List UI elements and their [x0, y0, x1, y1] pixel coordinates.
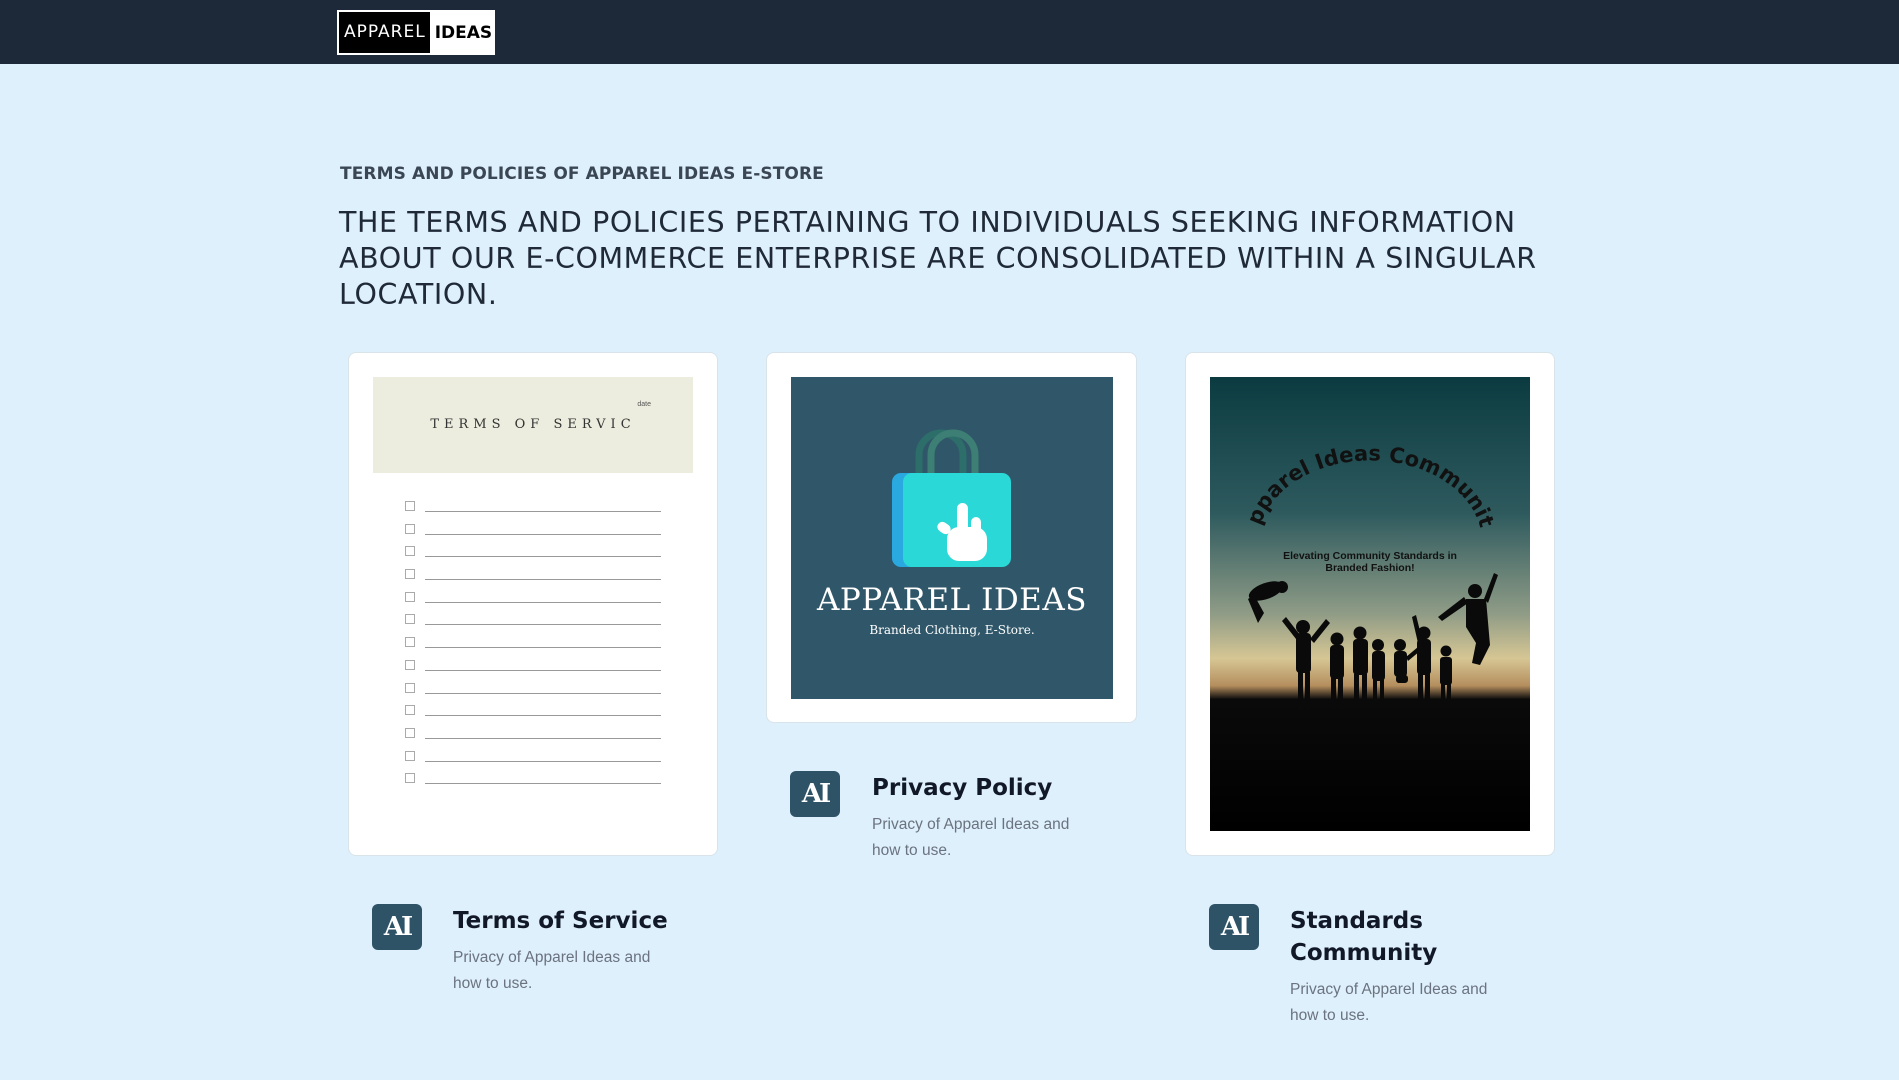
checkbox-icon [405, 727, 415, 738]
privacy-image-brand: APPAREL IDEAS [817, 582, 1087, 618]
blank-line [425, 783, 661, 785]
terms-card[interactable]: date TERMS OF SERVIC [348, 352, 718, 856]
tos-checklist-row [405, 567, 665, 590]
tos-checklist-row [405, 681, 665, 704]
tos-checklist-row [405, 703, 665, 726]
blank-line [425, 760, 661, 762]
community-image: Apparel Ideas Community [1210, 377, 1530, 831]
privacy-policy-description: Privacy of Apparel Ideas and how to use. [872, 812, 1069, 864]
ai-monogram-icon: AI [790, 771, 840, 817]
tos-checklist [405, 499, 665, 794]
tos-checklist-row [405, 658, 665, 681]
tos-date-label: date [637, 401, 651, 408]
checkbox-icon [405, 614, 415, 625]
privacy-card[interactable]: APPAREL IDEAS Branded Clothing, E-Store. [766, 352, 1137, 723]
logo-text-apparel: APPAREL [339, 12, 430, 53]
checkbox-icon [405, 637, 415, 648]
blank-line [425, 715, 661, 717]
checkbox-icon [405, 773, 415, 784]
logo-text-ideas: IDEAS [434, 22, 493, 43]
standards-community-title[interactable]: Standards Community [1290, 905, 1437, 969]
tos-checklist-row [405, 590, 665, 613]
checkbox-icon [405, 682, 415, 693]
blank-line [425, 692, 661, 694]
checkbox-icon [405, 523, 415, 534]
tos-checklist-row [405, 522, 665, 545]
top-navbar: APPAREL IDEAS [0, 0, 1899, 64]
checkbox-icon [405, 546, 415, 557]
community-tagline-line-2: Branded Fashion! [1325, 562, 1415, 574]
terms-of-service-title[interactable]: Terms of Service [453, 905, 668, 937]
terms-of-service-description: Privacy of Apparel Ideas and how to use. [453, 945, 650, 997]
terms-of-service-image: date TERMS OF SERVIC [373, 377, 693, 473]
tos-checklist-row [405, 612, 665, 635]
community-arc-title: Apparel Ideas Community [1210, 377, 1499, 530]
privacy-desc-line-1: Privacy of Apparel Ideas and [872, 816, 1070, 833]
community-desc-line-2: how to use. [1290, 1007, 1370, 1024]
tos-checklist-row [405, 635, 665, 658]
blank-line [425, 601, 661, 603]
blank-line [425, 533, 661, 535]
blank-line [425, 511, 661, 512]
blank-line [425, 579, 661, 581]
tos-checklist-row [405, 771, 665, 794]
jumping-people-silhouettes [1248, 573, 1498, 710]
page-headline: THE TERMS AND POLICIES PERTAINING TO IND… [339, 206, 1537, 311]
standards-community-description: Privacy of Apparel Ideas and how to use. [1290, 977, 1487, 1029]
privacy-policy-title[interactable]: Privacy Policy [872, 772, 1052, 804]
privacy-desc-line-2: how to use. [872, 842, 952, 859]
privacy-policy-image: APPAREL IDEAS Branded Clothing, E-Store. [791, 377, 1113, 699]
checkbox-icon [405, 659, 415, 670]
checkbox-icon [405, 501, 415, 511]
checkbox-icon [405, 750, 415, 761]
checkbox-icon [405, 705, 415, 716]
community-illustration: Apparel Ideas Community [1210, 377, 1499, 710]
community-title-line-1: Standards [1290, 908, 1423, 934]
ai-monogram-icon: AI [372, 904, 422, 950]
checkbox-icon [405, 591, 415, 602]
section-eyebrow: TERMS AND POLICIES OF APPAREL IDEAS E-ST… [340, 164, 824, 184]
blank-line [425, 556, 661, 558]
blank-line [425, 624, 661, 626]
blank-line [425, 647, 661, 649]
site-logo[interactable]: APPAREL IDEAS [337, 10, 495, 55]
community-tagline-line-1: Elevating Community Standards in [1283, 550, 1457, 562]
ai-monogram-icon: AI [1209, 904, 1259, 950]
tos-checklist-row [405, 544, 665, 567]
tos-checklist-row [405, 499, 665, 522]
privacy-image-subtitle: Branded Clothing, E-Store. [869, 623, 1035, 637]
blank-line [425, 669, 661, 671]
tos-checklist-row [405, 726, 665, 749]
blank-line [425, 737, 661, 739]
community-card[interactable]: Apparel Ideas Community [1185, 352, 1555, 856]
tos-image-title: TERMS OF SERVIC [430, 417, 636, 432]
community-image-tagline: Elevating Community Standards in Branded… [1250, 550, 1490, 574]
community-title-line-2: Community [1290, 940, 1438, 966]
community-desc-line-1: Privacy of Apparel Ideas and [1290, 981, 1488, 998]
terms-desc-line-2: how to use. [453, 975, 533, 992]
terms-desc-line-1: Privacy of Apparel Ideas and [453, 949, 651, 966]
tos-checklist-row [405, 749, 665, 772]
checkbox-icon [405, 569, 415, 580]
shopping-bag-icon [892, 429, 1011, 567]
